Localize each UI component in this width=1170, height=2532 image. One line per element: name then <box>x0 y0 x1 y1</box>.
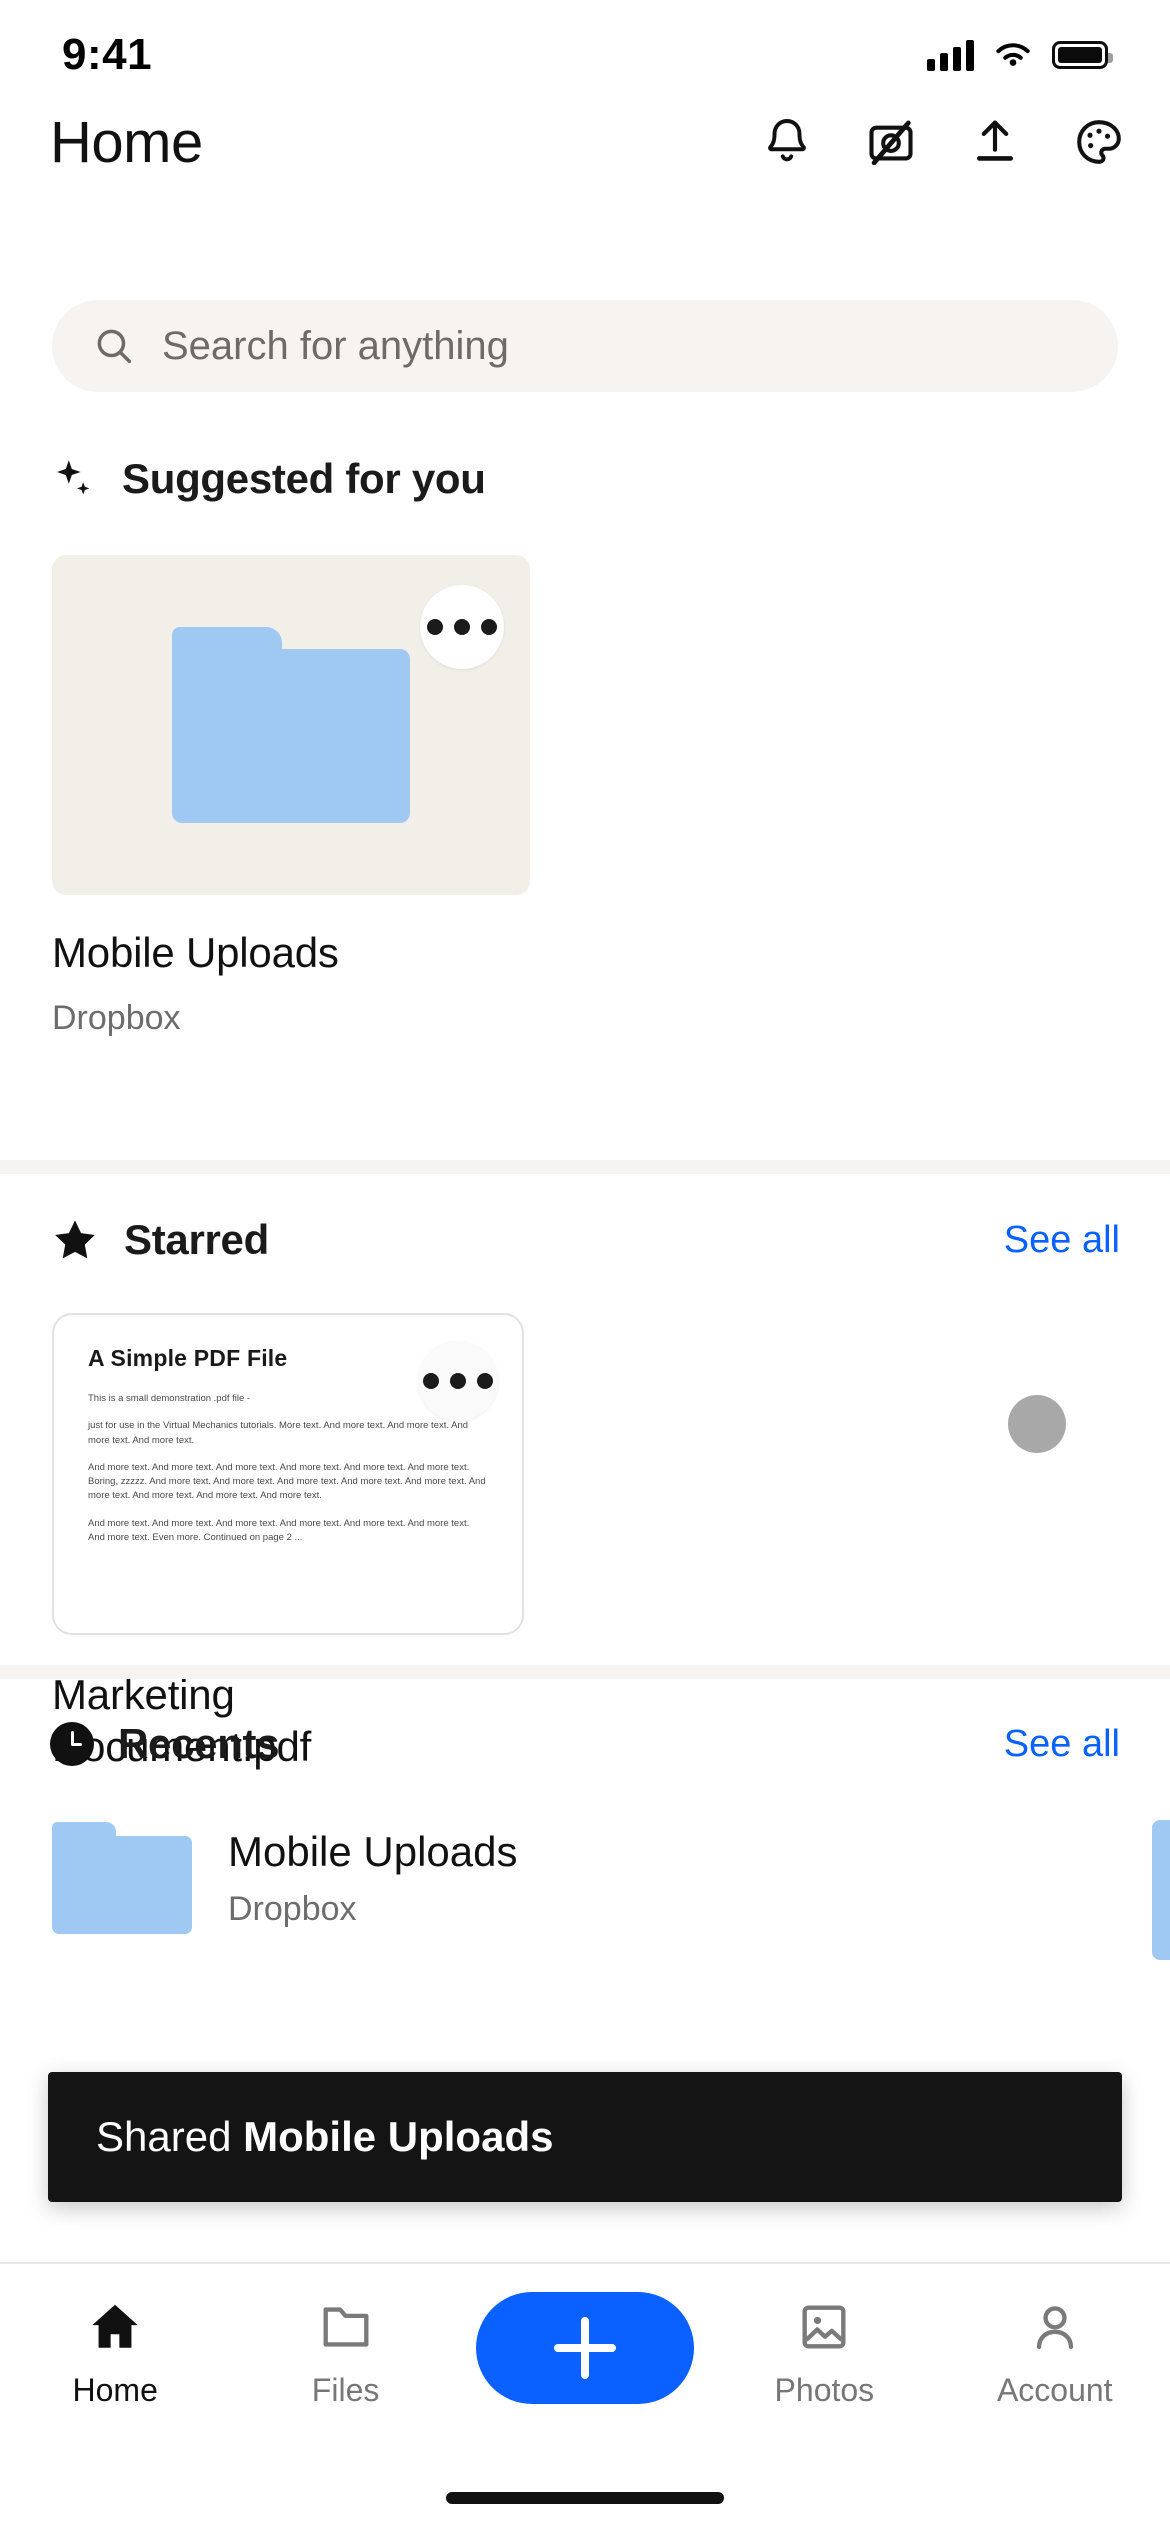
suggested-title: Suggested for you <box>122 455 486 502</box>
search-bar[interactable]: Search for anything <box>52 300 1118 392</box>
section-divider <box>0 1665 1170 1679</box>
pdf-thumbnail-paragraph: just for use in the Virtual Mechanics tu… <box>88 1420 469 1446</box>
clock-icon <box>50 1722 94 1766</box>
recents-item-name: Mobile Uploads <box>228 1827 518 1875</box>
starred-see-all-link[interactable]: See all <box>1004 1219 1120 1262</box>
create-button[interactable] <box>475 2292 694 2404</box>
wifi-icon <box>996 43 1030 66</box>
star-icon <box>55 1220 95 1259</box>
battery-icon <box>1052 41 1113 69</box>
suggested-item-subtitle: Dropbox <box>52 999 181 1037</box>
tab-account[interactable]: Account <box>955 2298 1155 2409</box>
suggested-section-header: Suggested for you <box>0 455 1170 503</box>
toast-notification[interactable]: Shared Mobile Uploads <box>48 2072 1122 2202</box>
suggested-section: Suggested for you Mobile Uploads Dropbox <box>0 455 1170 1038</box>
header-actions <box>760 115 1126 169</box>
home-icon <box>92 2304 138 2348</box>
suggested-card[interactable] <box>52 555 530 895</box>
app-header: Home <box>0 92 1170 192</box>
tab-home[interactable]: Home <box>15 2298 215 2409</box>
cellular-signal-icon <box>927 39 974 71</box>
tab-photos-label: Photos <box>774 2372 875 2408</box>
toast-message: Shared Mobile Uploads <box>96 2113 553 2161</box>
palette-icon[interactable] <box>1072 115 1126 169</box>
app-screen: 9:41 Home Search for anything Suggested … <box>0 0 1170 2532</box>
search-icon <box>97 329 132 364</box>
starred-card[interactable]: A Simple PDF File This is a small demons… <box>52 1313 524 1635</box>
pdf-thumbnail-paragraph: And more text. And more text. And more t… <box>88 1461 486 1502</box>
recents-section: Recents See all Mobile Uploads Dropbox <box>0 1720 1170 1934</box>
starred-section-header: Starred See all <box>0 1215 1170 1265</box>
tab-files[interactable]: Files <box>246 2298 446 2409</box>
folder-icon <box>52 1822 192 1934</box>
recents-section-header: Recents See all <box>0 1720 1170 1768</box>
person-icon <box>1036 2306 1073 2349</box>
ellipsis-icon[interactable] <box>418 1341 498 1421</box>
bottom-tab-bar: Home Files Photos Account <box>0 2262 1170 2532</box>
tab-account-label: Account <box>996 2372 1113 2408</box>
recents-item-subtitle: Dropbox <box>228 1889 357 1928</box>
folder-icon <box>323 2307 369 2347</box>
section-divider <box>0 1160 1170 1174</box>
upload-icon[interactable] <box>968 115 1022 169</box>
status-bar: 9:41 <box>0 0 1170 92</box>
carousel-peek-item <box>1152 1820 1170 1960</box>
photo-icon <box>802 2305 846 2349</box>
tab-home-label: Home <box>72 2372 158 2408</box>
starred-title: Starred <box>124 1216 269 1263</box>
folder-icon <box>172 627 410 823</box>
tab-photos[interactable]: Photos <box>724 2298 924 2409</box>
search-input[interactable]: Search for anything <box>162 324 509 369</box>
camera-off-icon[interactable] <box>864 115 918 169</box>
starred-section: Starred See all A Simple PDF File This i… <box>0 1215 1170 1773</box>
plus-icon <box>553 2317 616 2379</box>
home-indicator <box>446 2492 724 2504</box>
search-field[interactable]: Search for anything <box>52 300 1118 392</box>
recents-see-all-link[interactable]: See all <box>1004 1723 1120 1766</box>
status-time: 9:41 <box>62 30 153 79</box>
tab-files-label: Files <box>311 2372 380 2408</box>
pdf-thumbnail-paragraph: And more text. And more text. And more t… <box>88 1517 470 1543</box>
recents-title: Recents <box>118 1720 280 1767</box>
carousel-page-dot <box>1008 1395 1066 1453</box>
notifications-bell-icon[interactable] <box>760 115 814 169</box>
suggested-item-name: Mobile Uploads <box>52 929 339 976</box>
list-item[interactable]: Mobile Uploads Dropbox <box>0 1822 1170 1934</box>
page-title: Home <box>50 109 203 175</box>
sparkle-icon <box>57 460 90 495</box>
status-indicators <box>927 39 1113 71</box>
toast-prefix: Shared <box>96 2113 244 2160</box>
toast-target: Mobile Uploads <box>243 2113 554 2160</box>
ellipsis-icon[interactable] <box>420 585 504 669</box>
